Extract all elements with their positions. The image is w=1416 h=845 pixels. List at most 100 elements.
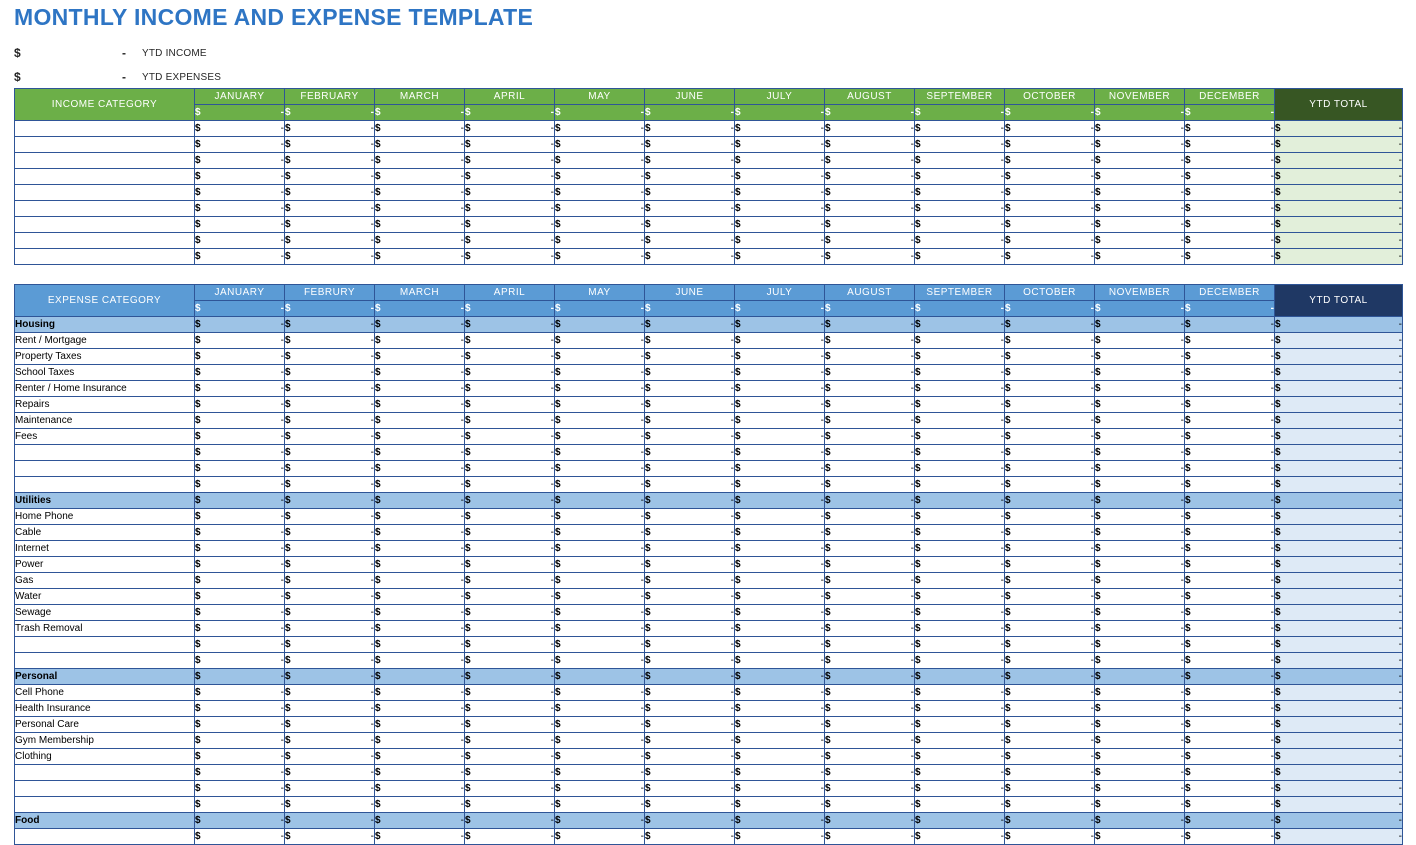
month-cell[interactable]: $ -	[464, 200, 555, 217]
month-cell[interactable]: $ -	[824, 572, 915, 589]
month-cell[interactable]: $ -	[464, 668, 555, 685]
row-label[interactable]: Housing	[14, 316, 195, 333]
month-cell[interactable]: $ -	[374, 120, 465, 137]
month-cell[interactable]: $ -	[284, 636, 375, 653]
month-cell[interactable]: $ -	[824, 508, 915, 525]
ytd-total-cell[interactable]: $ -	[1274, 508, 1403, 525]
totals-cell[interactable]: $ -	[374, 104, 465, 121]
month-cell[interactable]: $ -	[554, 120, 645, 137]
month-cell[interactable]: $ -	[374, 796, 465, 813]
month-cell[interactable]: $ -	[554, 540, 645, 557]
totals-cell[interactable]: $ -	[1004, 300, 1095, 317]
row-label[interactable]: Food	[14, 812, 195, 829]
month-cell[interactable]: $ -	[1184, 556, 1275, 573]
month-cell[interactable]: $ -	[644, 764, 735, 781]
month-cell[interactable]: $ -	[554, 380, 645, 397]
month-cell[interactable]: $ -	[1004, 652, 1095, 669]
month-cell[interactable]: $ -	[554, 684, 645, 701]
month-cell[interactable]: $ -	[374, 700, 465, 717]
month-cell[interactable]: $ -	[284, 120, 375, 137]
month-cell[interactable]: $ -	[824, 652, 915, 669]
month-cell[interactable]: $ -	[194, 572, 285, 589]
month-cell[interactable]: $ -	[284, 652, 375, 669]
month-cell[interactable]: $ -	[914, 668, 1005, 685]
ytd-total-cell[interactable]: $ -	[1274, 412, 1403, 429]
month-cell[interactable]: $ -	[554, 604, 645, 621]
month-cell[interactable]: $ -	[554, 796, 645, 813]
month-cell[interactable]: $ -	[1094, 796, 1185, 813]
month-cell[interactable]: $ -	[284, 428, 375, 445]
month-cell[interactable]: $ -	[464, 396, 555, 413]
month-cell[interactable]: $ -	[464, 796, 555, 813]
month-cell[interactable]: $ -	[1004, 556, 1095, 573]
month-cell[interactable]: $ -	[824, 716, 915, 733]
month-cell[interactable]: $ -	[1094, 412, 1185, 429]
totals-cell[interactable]: $ -	[194, 104, 285, 121]
month-cell[interactable]: $ -	[464, 652, 555, 669]
month-cell[interactable]: $ -	[1184, 136, 1275, 153]
month-cell[interactable]: $ -	[824, 476, 915, 493]
month-cell[interactable]: $ -	[284, 604, 375, 621]
month-cell[interactable]: $ -	[464, 572, 555, 589]
month-cell[interactable]: $ -	[1184, 348, 1275, 365]
ytd-total-cell[interactable]: $ -	[1274, 316, 1403, 333]
month-cell[interactable]: $ -	[1184, 764, 1275, 781]
month-cell[interactable]: $ -	[284, 476, 375, 493]
month-cell[interactable]: $ -	[554, 652, 645, 669]
month-cell[interactable]: $ -	[374, 136, 465, 153]
month-cell[interactable]: $ -	[644, 668, 735, 685]
month-cell[interactable]: $ -	[734, 332, 825, 349]
month-cell[interactable]: $ -	[1184, 120, 1275, 137]
month-cell[interactable]: $ -	[464, 364, 555, 381]
month-cell[interactable]: $ -	[1094, 588, 1185, 605]
row-label[interactable]: Renter / Home Insurance	[14, 380, 195, 397]
month-cell[interactable]: $ -	[1004, 508, 1095, 525]
month-cell[interactable]: $ -	[914, 620, 1005, 637]
month-cell[interactable]: $ -	[1094, 348, 1185, 365]
month-cell[interactable]: $ -	[194, 332, 285, 349]
month-cell[interactable]: $ -	[734, 748, 825, 765]
month-cell[interactable]: $ -	[824, 492, 915, 509]
month-cell[interactable]: $ -	[194, 216, 285, 233]
month-cell[interactable]: $ -	[914, 316, 1005, 333]
month-cell[interactable]: $ -	[1184, 684, 1275, 701]
month-cell[interactable]: $ -	[374, 812, 465, 829]
row-label[interactable]: Rent / Mortgage	[14, 332, 195, 349]
month-cell[interactable]: $ -	[824, 444, 915, 461]
row-label-empty[interactable]	[14, 232, 195, 249]
month-cell[interactable]: $ -	[734, 248, 825, 265]
month-cell[interactable]: $ -	[194, 812, 285, 829]
ytd-total-cell[interactable]: $ -	[1274, 396, 1403, 413]
row-label-empty[interactable]	[14, 636, 195, 653]
month-cell[interactable]: $ -	[1094, 732, 1185, 749]
month-cell[interactable]: $ -	[914, 364, 1005, 381]
month-cell[interactable]: $ -	[284, 316, 375, 333]
month-cell[interactable]: $ -	[194, 684, 285, 701]
month-cell[interactable]: $ -	[464, 556, 555, 573]
month-cell[interactable]: $ -	[194, 508, 285, 525]
month-cell[interactable]: $ -	[284, 232, 375, 249]
month-cell[interactable]: $ -	[284, 700, 375, 717]
ytd-total-cell[interactable]: $ -	[1274, 572, 1403, 589]
month-cell[interactable]: $ -	[1184, 184, 1275, 201]
month-cell[interactable]: $ -	[1004, 604, 1095, 621]
month-cell[interactable]: $ -	[194, 748, 285, 765]
month-cell[interactable]: $ -	[644, 620, 735, 637]
month-cell[interactable]: $ -	[824, 524, 915, 541]
month-cell[interactable]: $ -	[734, 444, 825, 461]
month-cell[interactable]: $ -	[1094, 828, 1185, 845]
row-label-empty[interactable]	[14, 764, 195, 781]
month-cell[interactable]: $ -	[284, 136, 375, 153]
month-cell[interactable]: $ -	[644, 684, 735, 701]
totals-cell[interactable]: $ -	[554, 300, 645, 317]
month-cell[interactable]: $ -	[824, 604, 915, 621]
month-cell[interactable]: $ -	[914, 232, 1005, 249]
month-cell[interactable]: $ -	[734, 428, 825, 445]
row-label-empty[interactable]	[14, 476, 195, 493]
row-label-empty[interactable]	[14, 248, 195, 265]
row-label-empty[interactable]	[14, 216, 195, 233]
month-cell[interactable]: $ -	[1094, 780, 1185, 797]
month-cell[interactable]: $ -	[734, 780, 825, 797]
month-cell[interactable]: $ -	[734, 380, 825, 397]
month-cell[interactable]: $ -	[464, 232, 555, 249]
